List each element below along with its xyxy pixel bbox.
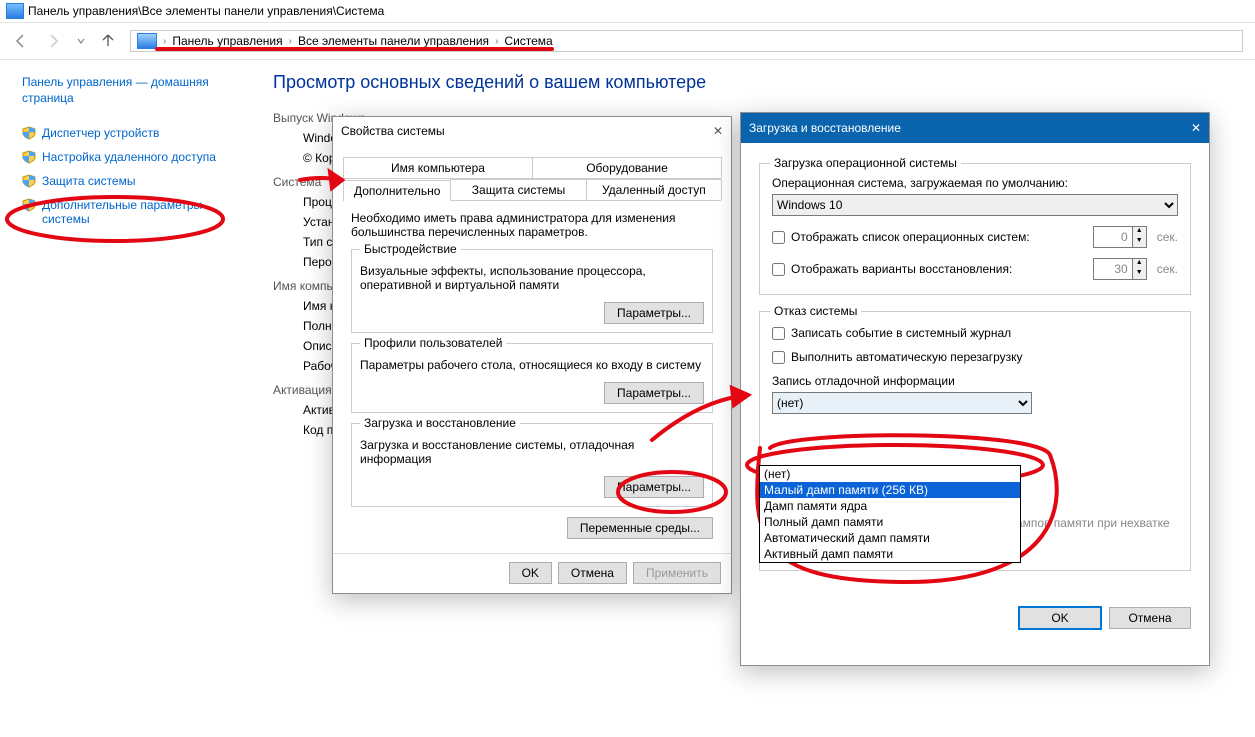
group-title: Быстродействие — [360, 242, 461, 256]
startup-recovery-dialog: Загрузка и восстановление ✕ Загрузка опе… — [740, 112, 1210, 666]
dump-type-dropdown-list[interactable]: (нет) Малый дамп памяти (256 КВ) Дамп па… — [759, 465, 1021, 563]
group-startup-recovery: Загрузка и восстановление Загрузка и вос… — [351, 423, 713, 507]
tab-row-1: Имя компьютера Оборудование — [343, 157, 721, 179]
ok-button[interactable]: OK — [509, 562, 552, 584]
dropdown-option-selected[interactable]: Малый дамп памяти (256 КВ) — [760, 482, 1020, 498]
ok-button[interactable]: OK — [1019, 607, 1101, 629]
breadcrumb-item[interactable]: Система — [504, 34, 552, 48]
seconds-label: сек. — [1157, 262, 1178, 276]
forward-button[interactable] — [44, 32, 62, 50]
fieldset-system-boot: Загрузка операционной системы Операционн… — [759, 163, 1191, 295]
dialog-titlebar[interactable]: Свойства системы ✕ — [333, 117, 731, 145]
tab-remote[interactable]: Удаленный доступ — [586, 179, 722, 200]
dialog-titlebar[interactable]: Загрузка и восстановление ✕ — [741, 113, 1209, 143]
sidebar-item-remote-settings[interactable]: Настройка удаленного доступа — [42, 150, 216, 164]
window-titlebar: Панель управления\Все элементы панели уп… — [0, 0, 1255, 23]
default-os-select[interactable]: Windows 10 — [772, 194, 1178, 216]
breadcrumb-item[interactable]: Все элементы панели управления — [298, 34, 489, 48]
apply-button[interactable]: Применить — [633, 562, 721, 584]
shield-icon — [22, 198, 36, 212]
shield-icon — [22, 174, 36, 188]
system-properties-dialog: Свойства системы ✕ Имя компьютера Оборуд… — [332, 116, 732, 594]
tab-row-2: Дополнительно Защита системы Удаленный д… — [343, 179, 721, 201]
dump-type-select[interactable]: (нет) — [772, 392, 1032, 414]
group-title: Загрузка и восстановление — [360, 416, 520, 430]
chevron-right-icon[interactable]: › — [163, 36, 166, 47]
dialog-title: Свойства системы — [341, 124, 445, 138]
user-profiles-settings-button[interactable]: Параметры... — [604, 382, 704, 404]
cancel-button[interactable]: Отмена — [1109, 607, 1191, 629]
show-recovery-checkbox[interactable] — [772, 263, 785, 276]
group-performance: Быстродействие Визуальные эффекты, испол… — [351, 249, 713, 333]
seconds-label: сек. — [1157, 230, 1178, 244]
tab-hardware[interactable]: Оборудование — [532, 157, 722, 178]
group-user-profiles: Профили пользователей Параметры рабочего… — [351, 343, 713, 413]
group-text: Визуальные эффекты, использование процес… — [360, 264, 704, 292]
dropdown-option[interactable]: Дамп памяти ядра — [760, 498, 1020, 514]
tab-advanced[interactable]: Дополнительно — [343, 180, 451, 201]
write-event-label: Записать событие в системный журнал — [791, 326, 1011, 340]
close-icon[interactable]: ✕ — [1191, 121, 1201, 135]
sidebar-item-advanced-settings[interactable]: Дополнительные параметры системы — [42, 198, 237, 226]
group-text: Загрузка и восстановление системы, отлад… — [360, 438, 704, 466]
auto-restart-checkbox[interactable] — [772, 351, 785, 364]
tab-system-protection[interactable]: Защита системы — [450, 179, 586, 200]
group-text: Параметры рабочего стола, относящиеся ко… — [360, 358, 704, 372]
default-os-label: Операционная система, загружаемая по умо… — [772, 176, 1178, 190]
dropdown-option[interactable]: Активный дамп памяти — [760, 546, 1020, 562]
tab-computer-name[interactable]: Имя компьютера — [343, 157, 533, 178]
show-os-list-label: Отображать список операционных систем: — [791, 230, 1030, 244]
system-icon — [6, 3, 22, 19]
environment-variables-button[interactable]: Переменные среды... — [567, 517, 713, 539]
show-os-list-checkbox[interactable] — [772, 231, 785, 244]
dropdown-option[interactable]: Полный дамп памяти — [760, 514, 1020, 530]
recovery-seconds-spinner[interactable]: 30▲▼ — [1093, 258, 1147, 280]
group-title: Профили пользователей — [360, 336, 506, 350]
show-recovery-label: Отображать варианты восстановления: — [791, 262, 1012, 276]
page-heading: Просмотр основных сведений о вашем компь… — [273, 72, 1231, 93]
dialog-title: Загрузка и восстановление — [749, 121, 901, 135]
fieldset-legend: Загрузка операционной системы — [770, 156, 961, 170]
shield-icon — [22, 126, 36, 140]
dropdown-option[interactable]: Автоматический дамп памяти — [760, 530, 1020, 546]
back-button[interactable] — [12, 32, 30, 50]
window-title: Панель управления\Все элементы панели уп… — [28, 4, 384, 18]
control-panel-home-link[interactable]: Панель управления — домашняя страница — [22, 74, 237, 106]
dump-info-label: Запись отладочной информации — [772, 374, 1178, 388]
close-icon[interactable]: ✕ — [713, 124, 723, 138]
startup-recovery-settings-button[interactable]: Параметры... — [604, 476, 704, 498]
breadcrumb-item[interactable]: Панель управления — [172, 34, 282, 48]
breadcrumb[interactable]: › Панель управления › Все элементы панел… — [130, 30, 1243, 52]
sidebar: Панель управления — домашняя страница Ди… — [0, 60, 249, 737]
performance-settings-button[interactable]: Параметры... — [604, 302, 704, 324]
os-list-seconds-spinner[interactable]: 0▲▼ — [1093, 226, 1147, 248]
chevron-right-icon[interactable]: › — [289, 36, 292, 47]
dropdown-option[interactable]: (нет) — [760, 466, 1020, 482]
chevron-right-icon[interactable]: › — [495, 36, 498, 47]
cancel-button[interactable]: Отмена — [558, 562, 627, 584]
fieldset-legend: Отказ системы — [770, 304, 861, 318]
admin-note: Необходимо иметь права администратора дл… — [351, 211, 713, 239]
navigation-bar: › Панель управления › Все элементы панел… — [0, 23, 1255, 60]
sidebar-item-device-manager[interactable]: Диспетчер устройств — [42, 126, 159, 140]
monitor-icon — [137, 33, 157, 49]
recent-dropdown[interactable] — [76, 36, 86, 46]
up-button[interactable] — [100, 32, 116, 51]
auto-restart-label: Выполнить автоматическую перезагрузку — [791, 350, 1023, 364]
shield-icon — [22, 150, 36, 164]
dialog-buttons: OK Отмена Применить — [333, 553, 731, 592]
sidebar-item-system-protection[interactable]: Защита системы — [42, 174, 135, 188]
write-event-checkbox[interactable] — [772, 327, 785, 340]
dialog-buttons: OK Отмена — [741, 597, 1209, 639]
